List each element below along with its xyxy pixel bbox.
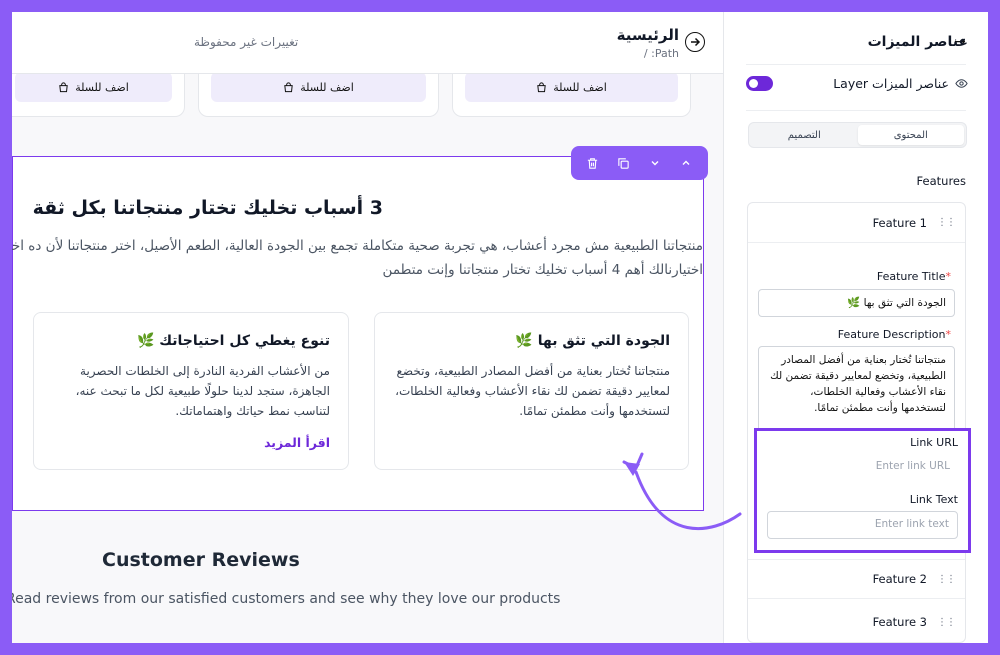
unsaved-changes-status: تغييرات غير محفوظة bbox=[194, 35, 299, 49]
feature-card-title: تنوع يغطي كل احتياجاتك 🌿 bbox=[136, 333, 330, 349]
feature-item-2-header[interactable]: Feature 2 ⋮⋮ bbox=[748, 559, 965, 599]
duplicate-icon[interactable] bbox=[613, 152, 635, 174]
cart-button-label: اضف للسلة bbox=[75, 80, 129, 94]
feature-description-label-text: Feature Description bbox=[837, 328, 946, 341]
divider bbox=[746, 110, 966, 111]
feature-title-label: Feature Title* bbox=[877, 270, 955, 283]
feature-item-1-header[interactable]: Feature 1 ⋮⋮ bbox=[748, 203, 965, 243]
link-url-placeholder: Enter link URL bbox=[875, 460, 950, 472]
link-text-label: Link Text bbox=[909, 493, 958, 506]
section-title: 3 أسباب تخليك تختار منتجاتنا بكل ثقة bbox=[32, 197, 383, 219]
shopping-bag-icon bbox=[537, 81, 546, 92]
page-path: Path: / bbox=[643, 47, 679, 60]
feature-card-title: الجودة التي تثق بها 🌿 bbox=[515, 333, 670, 349]
editor-topbar: الرئيسية Path: / تغييرات غير محفوظة bbox=[12, 12, 723, 74]
shopping-bag-icon bbox=[284, 81, 293, 92]
editor-canvas: اضف للسلة اضف للسلة اضف للسلة الرئيسية P… bbox=[12, 12, 723, 643]
app-frame: اضف للسلة اضف للسلة اضف للسلة الرئيسية P… bbox=[12, 12, 988, 643]
feature-item-label: Feature 2 bbox=[872, 572, 927, 586]
back-arrow-circle-icon[interactable] bbox=[685, 32, 705, 52]
feature-card-text: من الأعشاب الفردية النادرة إلى الخلطات ا… bbox=[75, 364, 330, 418]
feature-card-text: منتجاتنا تُختار بعناية من أفضل المصادر ا… bbox=[395, 364, 670, 418]
link-url-input[interactable]: Enter link URL bbox=[767, 454, 958, 482]
section-description: منتجاتنا الطبيعية مش مجرد أعشاب، هي تجرب… bbox=[12, 238, 703, 278]
divider bbox=[746, 64, 966, 65]
features-list: Feature 1 ⋮⋮ Feature Title* الجودة التي … bbox=[747, 202, 966, 643]
add-to-cart-button[interactable]: اضف للسلة bbox=[15, 72, 172, 102]
page-title: الرئيسية bbox=[616, 26, 679, 44]
reviews-subtitle: Read reviews from our satisfied customer… bbox=[12, 591, 561, 607]
feature-description-textarea[interactable]: منتجاتنا تُختار بعناية من أفضل المصادر ا… bbox=[758, 346, 955, 434]
eye-icon[interactable] bbox=[955, 77, 968, 90]
add-to-cart-button[interactable]: اضف للسلة bbox=[211, 72, 426, 102]
section-toolbar bbox=[571, 146, 708, 180]
chevron-up-icon[interactable] bbox=[675, 152, 697, 174]
cart-button-label: اضف للسلة bbox=[553, 80, 607, 94]
add-to-cart-button[interactable]: اضف للسلة bbox=[465, 72, 678, 102]
layer-visibility-toggle[interactable] bbox=[746, 76, 773, 91]
tab-content[interactable]: المحتوى bbox=[857, 125, 964, 145]
feature-card-2[interactable]: تنوع يغطي كل احتياجاتك 🌿 من الأعشاب الفر… bbox=[33, 312, 349, 470]
layer-row: عناصر الميزات Layer bbox=[833, 76, 968, 91]
tab-design[interactable]: التصميم bbox=[751, 125, 858, 145]
chevron-down-icon[interactable] bbox=[644, 152, 666, 174]
drag-handle-icon[interactable]: ⋮⋮ bbox=[937, 217, 956, 228]
feature-item-3-header[interactable]: Feature 3 ⋮⋮ bbox=[748, 602, 965, 642]
reviews-title: Customer Reviews bbox=[102, 549, 300, 571]
feature-description-label: Feature Description* bbox=[838, 328, 955, 341]
cart-button-label: اضف للسلة bbox=[300, 80, 354, 94]
layer-label: عناصر الميزات Layer bbox=[833, 76, 949, 91]
required-asterisk: * bbox=[945, 328, 952, 341]
feature-title-label-text: Feature Title bbox=[876, 270, 946, 283]
content-design-tabs: التصميم المحتوى bbox=[748, 122, 967, 148]
drag-handle-icon[interactable]: ⋮⋮ bbox=[937, 574, 956, 585]
link-fields-highlight: Link URL Enter link URL Link Text Enter … bbox=[754, 428, 971, 553]
feature-title-input[interactable]: الجودة التي تثق بها 🌿 bbox=[758, 289, 955, 317]
trash-icon[interactable] bbox=[582, 152, 604, 174]
required-asterisk: * bbox=[945, 270, 952, 283]
annotation-arrow-icon bbox=[622, 452, 742, 531]
drag-handle-icon[interactable]: ⋮⋮ bbox=[937, 617, 956, 628]
link-url-label: Link URL bbox=[910, 436, 958, 449]
sidebar-title: عناصر الميزات bbox=[867, 34, 968, 50]
read-more-link[interactable]: اقرأ المزيد bbox=[48, 435, 330, 450]
link-text-input[interactable]: Enter link text bbox=[767, 511, 958, 539]
link-text-placeholder: Enter link text bbox=[874, 518, 949, 530]
features-heading: Features bbox=[916, 174, 966, 188]
feature-item-label: Feature 1 bbox=[872, 215, 927, 230]
shopping-bag-icon bbox=[59, 81, 68, 92]
feature-item-label: Feature 3 bbox=[872, 615, 927, 629]
